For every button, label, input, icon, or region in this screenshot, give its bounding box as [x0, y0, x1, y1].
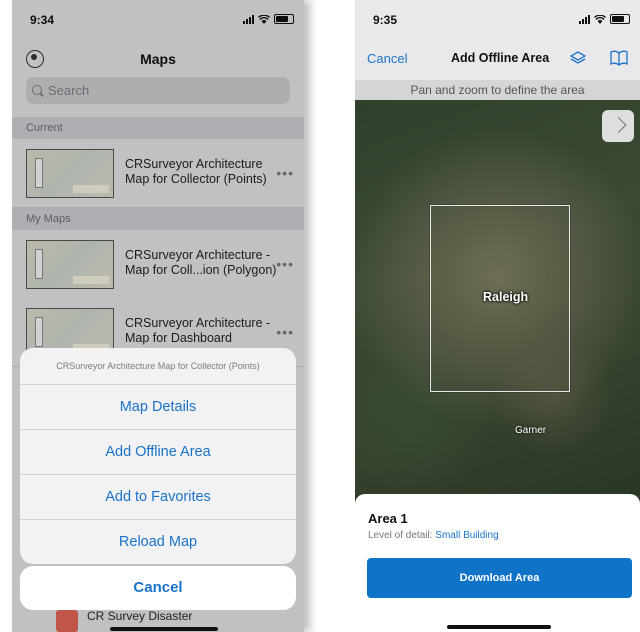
home-indicator	[110, 627, 218, 631]
bookmarks-icon[interactable]	[610, 50, 628, 66]
wifi-icon	[594, 14, 606, 24]
map-label-town: Garner	[515, 425, 547, 436]
status-icons	[579, 14, 630, 24]
download-area-button[interactable]: Download Area	[367, 558, 632, 598]
map-thumbnail	[56, 610, 78, 632]
signal-icon	[579, 14, 590, 24]
level-of-detail-value[interactable]: Small Building	[435, 530, 498, 541]
level-of-detail: Level of detail: Small Building	[368, 530, 499, 541]
add-to-favorites-button[interactable]: Add to Favorites	[20, 475, 296, 520]
maps-list-screen: 9:34 Maps Search Current CRSurveyor Arch…	[12, 0, 304, 632]
nav-bar: Cancel Add Offline Area	[355, 36, 640, 80]
battery-icon	[610, 14, 630, 24]
map-details-button[interactable]: Map Details	[20, 385, 296, 430]
area-title: Area 1	[368, 511, 408, 526]
instruction-text: Pan and zoom to define the area	[355, 80, 640, 100]
action-sheet: CRSurveyor Architecture Map for Collecto…	[20, 348, 296, 564]
add-offline-area-button[interactable]: Add Offline Area	[20, 430, 296, 475]
action-sheet-title: CRSurveyor Architecture Map for Collecto…	[20, 348, 296, 385]
reload-map-button[interactable]: Reload Map	[20, 520, 296, 564]
page-title: Add Offline Area	[451, 51, 550, 65]
map-title: CR Survey Disaster	[87, 609, 193, 623]
navigation-arrow-icon	[609, 116, 627, 134]
map-label-city: Raleigh	[483, 290, 529, 304]
level-of-detail-label: Level of detail:	[368, 530, 433, 541]
status-bar: 9:35	[355, 0, 640, 36]
add-offline-area-screen: 9:35 Cancel Add Offline Area Pan and zoo…	[355, 0, 640, 632]
area-card: Area 1 Level of detail: Small Building D…	[355, 494, 640, 632]
status-time: 9:35	[373, 13, 398, 27]
cancel-button[interactable]: Cancel	[20, 566, 296, 610]
cancel-button[interactable]: Cancel	[367, 51, 407, 66]
home-indicator	[447, 625, 551, 629]
locate-button[interactable]	[602, 110, 634, 142]
layers-icon[interactable]	[570, 50, 586, 66]
